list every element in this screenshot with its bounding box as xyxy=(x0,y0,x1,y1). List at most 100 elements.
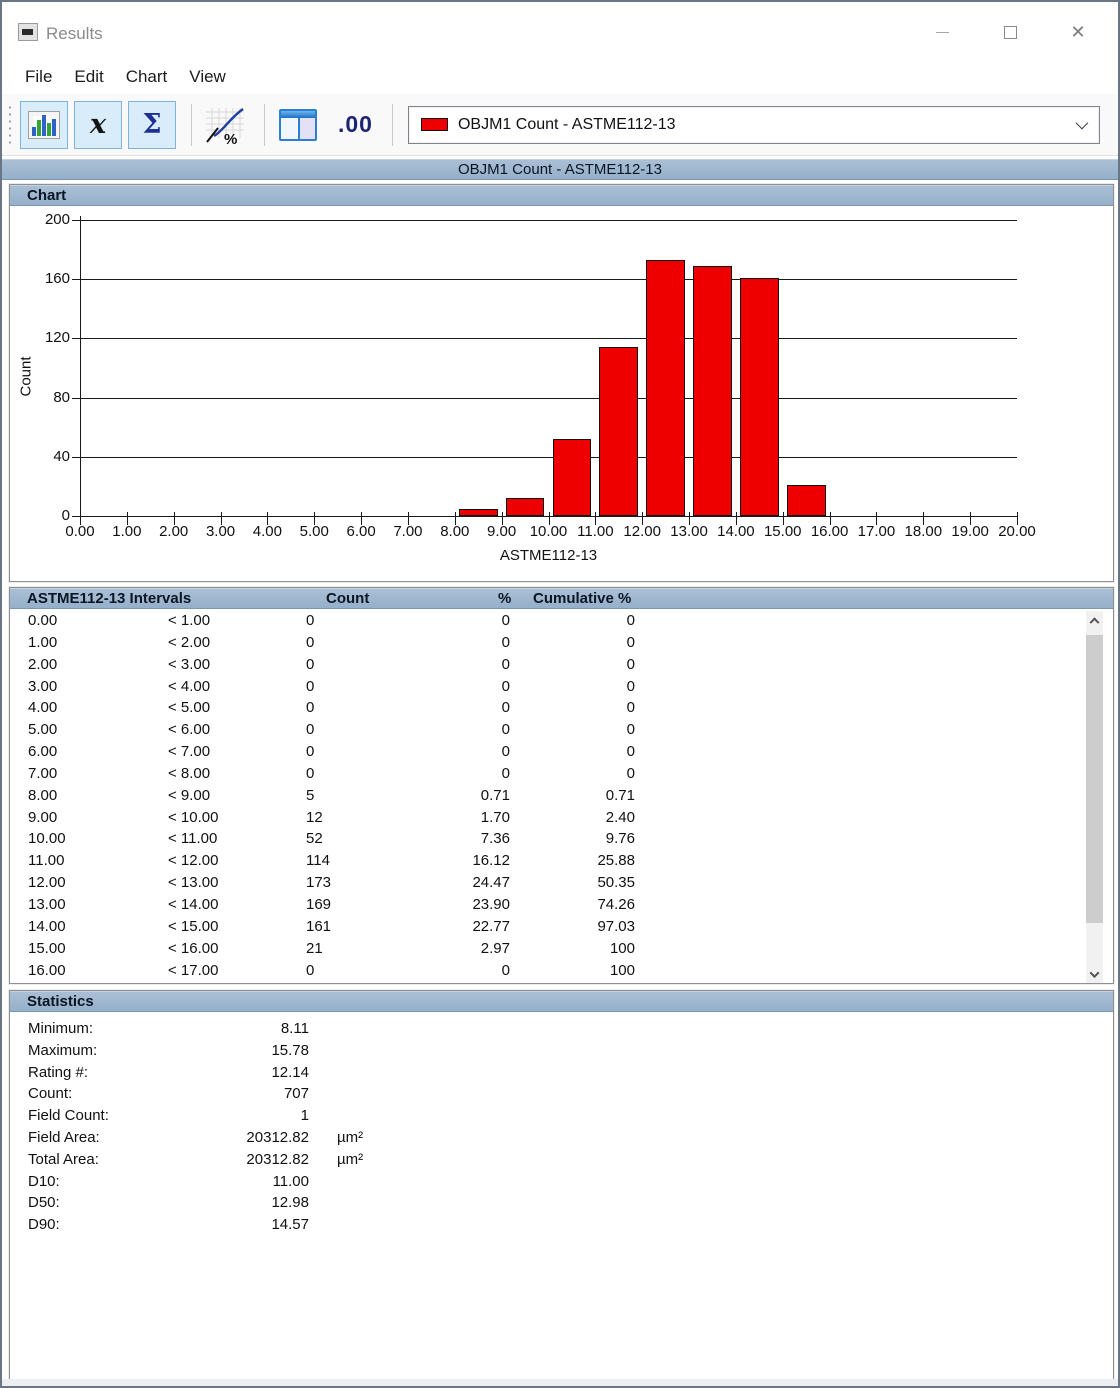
decimal-places-button[interactable]: .00 xyxy=(338,111,373,138)
intervals-header: ASTME112-13 Intervals Count % Cumulative… xyxy=(10,588,1113,609)
table-row[interactable]: 4.00< 5.00000 xyxy=(11,697,1093,719)
interval-percent: 0 xyxy=(502,765,510,783)
x-tick-label: 1.00 xyxy=(104,523,150,540)
menu-view[interactable]: View xyxy=(178,67,237,87)
statistic-label: Field Count: xyxy=(28,1107,109,1125)
close-icon: ✕ xyxy=(1070,23,1085,41)
series-dropdown[interactable]: OBJM1 Count - ASTME112-13 xyxy=(408,106,1100,144)
table-row[interactable]: 1.00< 2.00000 xyxy=(11,632,1093,654)
table-row[interactable]: 8.00< 9.0050.710.71 xyxy=(11,785,1093,807)
interval-from: 1.00 xyxy=(28,634,57,652)
table-row[interactable]: 7.00< 8.00000 xyxy=(11,763,1093,785)
results-window: Results ✕ FileEditChartView x Σ xyxy=(0,0,1120,1388)
interval-count: 173 xyxy=(306,874,331,892)
menu-edit[interactable]: Edit xyxy=(63,67,114,87)
histogram-bar xyxy=(693,266,732,516)
x-axis-title: ASTME112-13 xyxy=(80,547,1017,564)
table-row[interactable]: 5.00< 6.00000 xyxy=(11,719,1093,741)
table-row[interactable]: 2.00< 3.00000 xyxy=(11,654,1093,676)
interval-count: 169 xyxy=(306,896,331,914)
sum-button[interactable]: Σ xyxy=(128,101,176,149)
close-button[interactable]: ✕ xyxy=(1044,10,1112,54)
table-row[interactable]: 13.00< 14.0016923.9074.26 xyxy=(11,894,1093,916)
table-row[interactable]: 3.00< 4.00000 xyxy=(11,676,1093,698)
interval-from: 10.00 xyxy=(28,830,66,848)
col-header-count: Count xyxy=(326,589,369,608)
interval-percent: 1.70 xyxy=(481,809,510,827)
result-title-strip: OBJM1 Count - ASTME112-13 xyxy=(2,159,1118,180)
interval-to: < 8.00 xyxy=(168,765,210,783)
interval-from: 8.00 xyxy=(28,787,57,805)
statistic-label: Count: xyxy=(28,1085,72,1103)
interval-to: < 16.00 xyxy=(168,940,218,958)
cumulative-percent-button[interactable]: % xyxy=(201,101,249,149)
interval-count: 52 xyxy=(306,830,323,848)
intervals-table: 0.00 < 1.00 0 0 0 1.00< 2.000002.00< 3.000003… xyxy=(11,610,1093,982)
y-gridline xyxy=(80,338,1017,339)
minimize-button[interactable] xyxy=(908,10,976,54)
table-row[interactable]: 14.00< 15.0016122.7797.03 xyxy=(11,916,1093,938)
scrollbar[interactable] xyxy=(1086,611,1103,983)
interval-count: 161 xyxy=(306,918,331,936)
table-row[interactable]: 12.00< 13.0017324.4750.35 xyxy=(11,872,1093,894)
interval-to: < 15.00 xyxy=(168,918,218,936)
y-gridline xyxy=(80,516,1017,517)
x-tick-label: 11.00 xyxy=(572,523,618,540)
statistic-value: 707 xyxy=(284,1085,309,1103)
statistic-value: 14.57 xyxy=(271,1216,309,1234)
scroll-down-button[interactable] xyxy=(1086,966,1103,983)
chart-view-button[interactable] xyxy=(20,101,68,149)
interval-percent: 0 xyxy=(502,678,510,696)
table-row[interactable]: 15.00< 16.00212.97100 xyxy=(11,938,1093,960)
toolbar-grip[interactable] xyxy=(8,104,12,146)
interval-from: 4.00 xyxy=(28,699,57,717)
interval-to: < 1.00 xyxy=(168,612,210,630)
x-tick-label: 0.00 xyxy=(57,523,103,540)
histogram-bar xyxy=(459,509,498,516)
scrollbar-thumb[interactable] xyxy=(1086,635,1103,923)
table-row[interactable]: 10.00< 11.00527.369.76 xyxy=(11,828,1093,850)
chart-panel: Chart Count ASTME112-13 040801201602000.… xyxy=(9,184,1114,582)
interval-percent: 24.47 xyxy=(472,874,510,892)
toolbar-separator xyxy=(264,104,265,146)
interval-from: 16.00 xyxy=(28,962,66,980)
menu-chart[interactable]: Chart xyxy=(115,67,179,87)
table-row[interactable]: 11.00< 12.0011416.1225.88 xyxy=(11,850,1093,872)
statistics-panel: Statistics Minimum:8.11Maximum:15.78Rati… xyxy=(9,990,1114,1380)
statistic-unit: µm² xyxy=(337,1129,363,1147)
statistic-value: 11.00 xyxy=(273,1173,309,1191)
interval-cumulative: 97.03 xyxy=(597,918,635,936)
x-tick-label: 14.00 xyxy=(713,523,759,540)
table-columns-button[interactable] xyxy=(274,101,322,149)
statistic-value: 20312.82 xyxy=(246,1151,309,1169)
table-row[interactable]: 6.00< 7.00000 xyxy=(11,741,1093,763)
minimize-icon xyxy=(936,32,949,33)
x-tick-label: 3.00 xyxy=(198,523,244,540)
maximize-button[interactable] xyxy=(976,10,1044,54)
interval-cumulative: 2.40 xyxy=(606,809,635,827)
interval-count: 0 xyxy=(306,962,314,980)
x-tick-label: 6.00 xyxy=(338,523,384,540)
statistic-row: D50:12.98 xyxy=(11,1192,1112,1214)
scroll-up-button[interactable] xyxy=(1086,611,1103,628)
interval-from: 5.00 xyxy=(28,721,57,739)
statistic-value: 12.98 xyxy=(271,1194,309,1212)
interval-to: < 10.00 xyxy=(168,809,218,827)
x-tick-label: 4.00 xyxy=(244,523,290,540)
histogram-bar xyxy=(740,278,779,516)
x-values-button[interactable]: x xyxy=(74,101,122,149)
statistic-value: 15.78 xyxy=(271,1042,309,1060)
statistic-row: Rating #:12.14 xyxy=(11,1062,1112,1084)
statistic-label: Total Area: xyxy=(28,1151,99,1169)
interval-percent: 0 xyxy=(502,721,510,739)
y-tick-label: 40 xyxy=(10,449,70,465)
menu-file[interactable]: File xyxy=(14,67,63,87)
table-row[interactable]: 9.00< 10.00121.702.40 xyxy=(11,807,1093,829)
interval-from: 0.00 xyxy=(28,612,57,630)
maximize-icon xyxy=(1004,26,1017,39)
interval-to: < 14.00 xyxy=(168,896,218,914)
interval-count: 0 xyxy=(306,699,314,717)
table-row[interactable]: 16.00< 17.0000100 xyxy=(11,960,1093,982)
toolbar-separator xyxy=(191,104,192,146)
table-row[interactable]: 0.00< 1.00000 xyxy=(11,610,1093,632)
